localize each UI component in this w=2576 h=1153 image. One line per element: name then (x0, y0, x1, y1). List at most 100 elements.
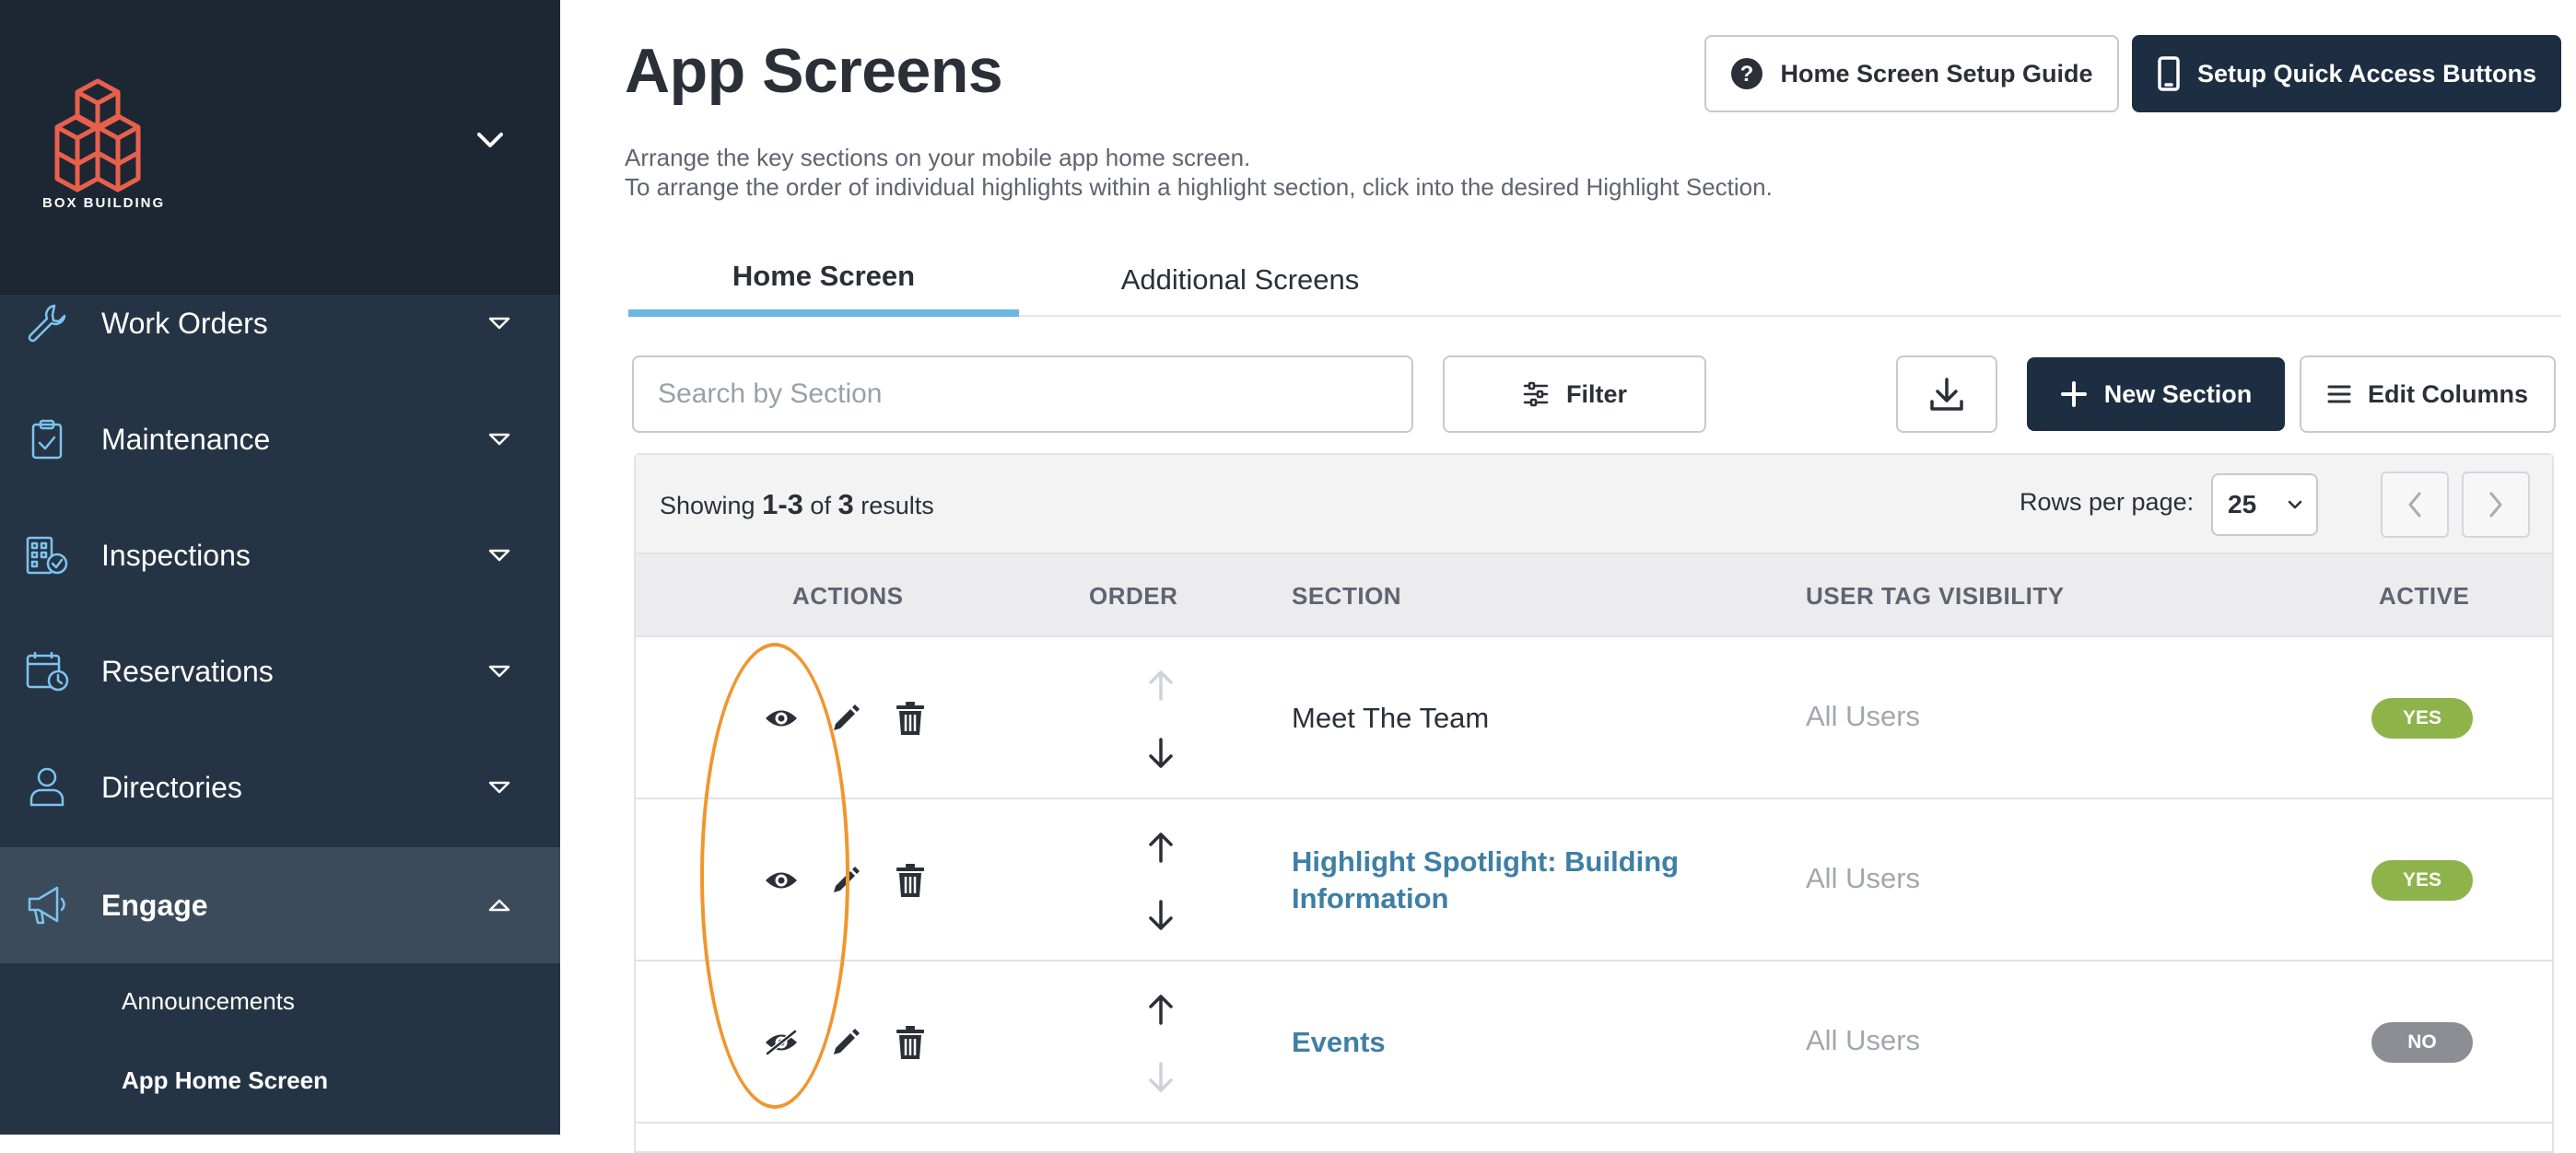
results-summary: Showing 1-3 of 3 results (660, 488, 934, 521)
sidebar-item-label: Maintenance (101, 422, 271, 456)
table-row: Events All Users NO (636, 961, 2552, 1124)
table-row: Meet The Team All Users YES (636, 637, 2552, 799)
chevron-right-icon (2489, 492, 2502, 518)
sidebar-item-directories[interactable]: Directories (0, 729, 560, 845)
caret-down-icon (488, 549, 510, 562)
pencil-icon[interactable] (825, 860, 866, 901)
section-link[interactable]: Events (1292, 1024, 1386, 1061)
sidebar-item-inspections[interactable]: Inspections (0, 497, 560, 613)
eye-icon[interactable] (761, 860, 802, 901)
results-total: 3 (837, 488, 854, 520)
edit-columns-button[interactable]: Edit Columns (2300, 355, 2556, 433)
filter-button[interactable]: Filter (1443, 355, 1706, 433)
setup-guide-button[interactable]: ? Home Screen Setup Guide (1704, 35, 2119, 112)
caret-down-icon (488, 433, 510, 446)
chevron-down-icon (2288, 500, 2302, 509)
sidebar-item-label: Reservations (101, 654, 274, 688)
setup-quick-access-label: Setup Quick Access Buttons (2196, 59, 2537, 87)
results-prefix: Showing (660, 492, 755, 519)
status-badge: YES (2371, 698, 2473, 739)
rows-per-page-label: Rows per page: (2020, 488, 2195, 516)
column-header-actions[interactable]: ACTIONS (792, 582, 904, 611)
new-section-button[interactable]: New Section (2027, 357, 2285, 431)
column-header-order[interactable]: ORDER (1089, 582, 1177, 611)
table-toolbar: Showing 1-3 of 3 results Rows per page: … (636, 455, 2552, 554)
plus-icon (2060, 381, 2087, 407)
building-check-icon (26, 536, 68, 575)
sidebar-subitem-announcements[interactable]: Announcements (122, 987, 295, 1016)
description-line-1: Arrange the key sections on your mobile … (625, 144, 1251, 171)
user-tag-visibility: All Users (1806, 862, 1921, 894)
sidebar-item-label: Work Orders (101, 306, 268, 340)
caret-up-icon (488, 899, 510, 912)
rows-per-page-value: 25 (2228, 490, 2257, 518)
results-range: 1-3 (762, 488, 803, 520)
table-row: Highlight Spotlight: Building Informatio… (636, 799, 2552, 961)
move-down-icon (1141, 1057, 1181, 1098)
sidebar-item-label: Directories (101, 770, 242, 804)
trash-icon[interactable] (890, 1022, 931, 1063)
setup-quick-access-button[interactable]: Setup Quick Access Buttons (2132, 35, 2561, 112)
wrench-icon (28, 304, 66, 343)
download-icon (1930, 378, 1963, 411)
column-header-active[interactable]: ACTIVE (2379, 582, 2469, 611)
svg-text:?: ? (1740, 62, 1754, 87)
setup-guide-label: Home Screen Setup Guide (1780, 59, 2093, 87)
new-section-label: New Section (2103, 379, 2253, 408)
section-link[interactable]: Highlight Spotlight: Building Informatio… (1292, 844, 1679, 917)
chevron-left-icon (2408, 492, 2421, 518)
user-tag-visibility: All Users (1806, 700, 1921, 732)
description-line-2: To arrange the order of individual highl… (625, 173, 1773, 201)
caret-down-icon (488, 317, 510, 330)
help-circle-icon: ? (1731, 58, 1763, 89)
clipboard-check-icon (31, 419, 63, 460)
download-button[interactable] (1896, 355, 1997, 433)
sidebar-item-maintenance[interactable]: Maintenance (0, 381, 560, 497)
list-icon (2327, 385, 2351, 403)
chevron-down-icon[interactable] (472, 122, 509, 158)
previous-page-button[interactable] (2381, 472, 2449, 538)
edit-columns-label: Edit Columns (2368, 379, 2528, 408)
phone-icon (2158, 56, 2180, 91)
sidebar-item-engage[interactable]: Engage (0, 847, 560, 963)
tab-bar: Home Screen Additional Screens (628, 243, 2561, 317)
tab-additional-screens[interactable]: Additional Screens (1028, 243, 1452, 317)
results-of: of (810, 492, 831, 519)
pencil-icon[interactable] (825, 698, 866, 739)
sidebar-item-label: Engage (101, 888, 208, 922)
page-title: App Screens (625, 36, 1003, 106)
move-down-icon[interactable] (1141, 733, 1181, 774)
eye-slash-icon[interactable] (761, 1022, 802, 1063)
sidebar-item-reservations[interactable]: Reservations (0, 613, 560, 729)
section-name-line-1: Highlight Spotlight: Building (1292, 845, 1680, 878)
move-down-icon[interactable] (1141, 895, 1181, 936)
brand-name: BOX BUILDING (42, 195, 166, 211)
caret-down-icon (488, 781, 510, 794)
megaphone-icon (28, 886, 65, 925)
status-badge: NO (2371, 1022, 2473, 1063)
sidebar: BOX BUILDING Work Orders Maintenance Ins… (0, 0, 560, 1135)
tab-home-screen[interactable]: Home Screen (628, 243, 1019, 317)
column-header-section[interactable]: SECTION (1292, 582, 1401, 611)
move-up-icon (1141, 665, 1181, 705)
caret-down-icon (488, 665, 510, 678)
status-badge: YES (2371, 860, 2473, 901)
user-tag-visibility: All Users (1806, 1024, 1921, 1056)
pencil-icon[interactable] (825, 1022, 866, 1063)
rows-per-page-select[interactable]: 25 (2211, 473, 2318, 536)
search-input[interactable] (632, 355, 1413, 433)
trash-icon[interactable] (890, 698, 931, 739)
next-page-button[interactable] (2462, 472, 2530, 538)
sidebar-item-label: Inspections (101, 538, 251, 572)
move-up-icon[interactable] (1141, 989, 1181, 1030)
section-name-line-2: Information (1292, 882, 1449, 914)
results-suffix: results (861, 492, 934, 519)
trash-icon[interactable] (890, 860, 931, 901)
person-icon (29, 767, 64, 807)
eye-icon[interactable] (761, 698, 802, 739)
move-up-icon[interactable] (1141, 827, 1181, 868)
sidebar-item-work-orders[interactable]: Work Orders (0, 265, 560, 381)
column-header-visibility[interactable]: USER TAG VISIBILITY (1806, 582, 2065, 611)
sections-table: Showing 1-3 of 3 results Rows per page: … (634, 453, 2554, 1153)
sidebar-subitem-app-home-screen[interactable]: App Home Screen (122, 1066, 328, 1095)
